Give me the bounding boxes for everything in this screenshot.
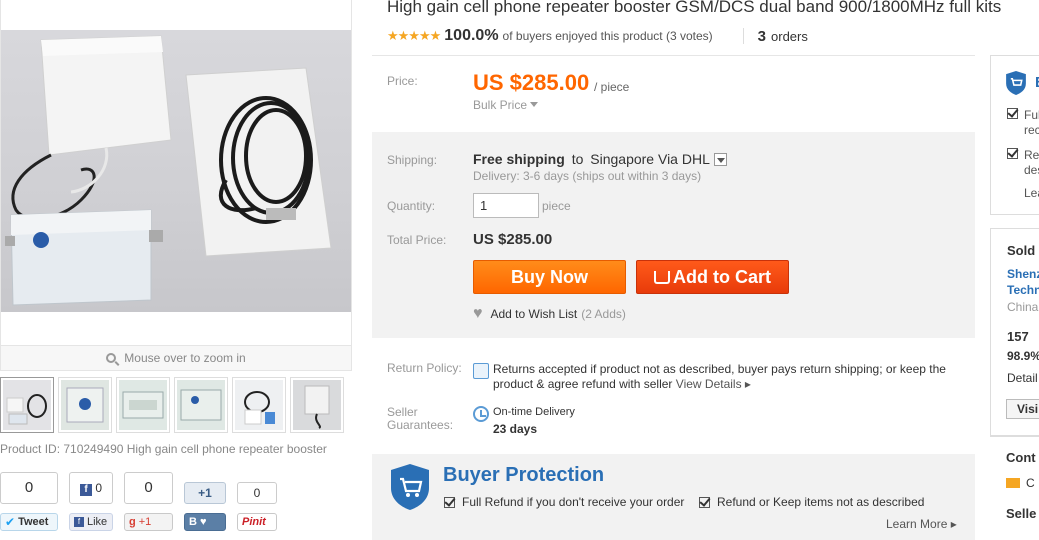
divider <box>372 55 975 56</box>
divider <box>742 28 744 44</box>
contact-label: Cont <box>1006 450 1036 465</box>
shipping-info: Free shipping to Singapore Via DHL <box>473 151 727 167</box>
rating-stars-icon: ★★★★★ <box>387 28 441 43</box>
rating-percent: 100.0% <box>444 27 499 44</box>
social-share-bar: 0 ✔ Tweet f 0 f Like 0 g +1 +1 B ♥ 0 Pinit <box>0 472 288 531</box>
cart-icon <box>654 271 670 284</box>
price-unit: / piece <box>594 80 630 94</box>
facebook-count: f 0 <box>69 472 113 504</box>
buy-now-button[interactable]: Buy Now <box>473 260 626 294</box>
vk-button[interactable]: B ♥ <box>184 513 226 531</box>
orders-label: orders <box>771 28 808 44</box>
positive-feedback: 98.9% <box>1007 349 1039 363</box>
return-icon <box>473 363 489 379</box>
detail-link[interactable]: Detail <box>1007 371 1038 385</box>
price-label: Price: <box>387 74 418 88</box>
learn-more-link[interactable]: Learn More ▸ <box>886 517 957 531</box>
gplus-button[interactable]: g +1 <box>124 513 173 531</box>
seller-score: 157 <box>1007 329 1029 344</box>
vk-icon: B <box>189 516 197 528</box>
main-product-image[interactable] <box>0 0 352 346</box>
pinit-button[interactable]: Pinit <box>237 513 277 531</box>
magnifier-icon <box>106 353 117 363</box>
checkbox-icon <box>444 496 455 508</box>
facebook-like-button[interactable]: f Like <box>69 513 113 531</box>
gplus-count: 0 <box>124 472 173 504</box>
tweet-button[interactable]: ✔ Tweet <box>0 513 58 531</box>
orders-count: 3 <box>757 27 767 45</box>
add-to-cart-button[interactable]: Add to Cart <box>636 260 789 294</box>
quantity-input[interactable]: 1 <box>473 193 539 218</box>
checkbox-icon <box>699 496 710 508</box>
facebook-like-icon: f <box>74 517 84 527</box>
return-policy-label: Return Policy: <box>387 361 462 375</box>
tweet-count: 0 <box>0 472 58 504</box>
facebook-icon: f <box>79 484 92 496</box>
store-name-link[interactable]: Shenz <box>1007 267 1039 281</box>
learn-more-link[interactable]: Lea <box>1024 186 1039 200</box>
seller-label: Selle <box>1006 506 1037 521</box>
checkbox-icon <box>1007 148 1025 162</box>
sold-by-label: Sold <box>1007 243 1036 258</box>
pin-count: 0 <box>237 482 277 504</box>
delivery-days: 23 days <box>493 422 538 436</box>
wish-count: (2 Adds) <box>581 307 626 321</box>
divider <box>990 436 1039 437</box>
delivery-estimate: Delivery: 3-6 days (ships out within 3 d… <box>473 169 702 183</box>
store-country: China <box>1007 300 1039 314</box>
shield-cart-icon <box>391 464 429 510</box>
contact-row[interactable]: C <box>1006 476 1035 490</box>
seller-guarantees-label: Seller Guarantees: <box>387 405 454 432</box>
thumbnail-1[interactable] <box>0 377 54 433</box>
shield-icon <box>1006 71 1026 95</box>
add-to-wishlist[interactable]: ♥ Add to Wish List (2 Adds) <box>473 305 626 323</box>
price-value: US $285.00 <box>473 70 590 95</box>
thumbnail-2[interactable] <box>58 377 112 433</box>
buyer-protection-title: Buyer Protection <box>443 464 605 486</box>
zoom-hint: Mouse over to zoom in <box>0 346 352 371</box>
twitter-icon: ✔ <box>5 515 16 529</box>
heart-icon: ♥ <box>199 516 207 528</box>
vk-count: +1 <box>184 482 226 504</box>
thumbnail-3[interactable] <box>116 377 170 433</box>
quantity-label: Quantity: <box>387 199 436 213</box>
product-id: Product ID: 710249490 High gain cell pho… <box>0 442 327 456</box>
envelope-icon <box>1006 478 1020 488</box>
product-title: High gain cell phone repeater booster GS… <box>387 0 1002 16</box>
view-details-link[interactable]: View Details ▸ <box>676 377 751 391</box>
gplus-icon: g <box>129 516 136 528</box>
thumbnail-4[interactable] <box>174 377 228 433</box>
bp-refund-or-keep: Refund or Keep items not as described <box>699 495 924 509</box>
shipping-dropdown-icon[interactable] <box>713 153 727 166</box>
checkbox-icon <box>1007 108 1025 122</box>
rating-text[interactable]: of buyers enjoyed this product (3 votes) <box>503 29 713 43</box>
seller-box: Sold Shenz Techn China 157 98.9% Detail … <box>990 228 1039 436</box>
bulk-price-toggle[interactable]: Bulk Price <box>473 98 539 112</box>
store-name-link-2[interactable]: Techn <box>1007 283 1039 297</box>
visit-store-button[interactable]: Visi <box>1006 399 1039 419</box>
heart-icon: ♥ <box>473 305 483 322</box>
caret-down-icon <box>530 102 539 107</box>
shipping-label: Shipping: <box>387 153 438 167</box>
thumbnail-6[interactable] <box>290 377 344 433</box>
bp-full-refund: Full Refund if you don't receive your or… <box>444 495 684 509</box>
clock-icon <box>473 406 489 422</box>
ontime-delivery: On-time Delivery <box>493 406 575 418</box>
thumbnail-strip <box>0 377 344 435</box>
return-policy-text: Returns accepted if product not as descr… <box>493 362 946 391</box>
buyer-protection-sidebar: B Ful rec Re des Lea <box>990 55 1039 215</box>
total-price-label: Total Price: <box>387 233 447 247</box>
total-price-value: US $285.00 <box>473 231 553 248</box>
bp-sidebar-title: B <box>1035 74 1039 91</box>
rating-summary: ★★★★★ 100.0% of buyers enjoyed this prod… <box>387 27 808 45</box>
thumbnail-5[interactable] <box>232 377 286 433</box>
product-photo <box>1 30 351 312</box>
quantity-unit: piece <box>542 199 571 213</box>
